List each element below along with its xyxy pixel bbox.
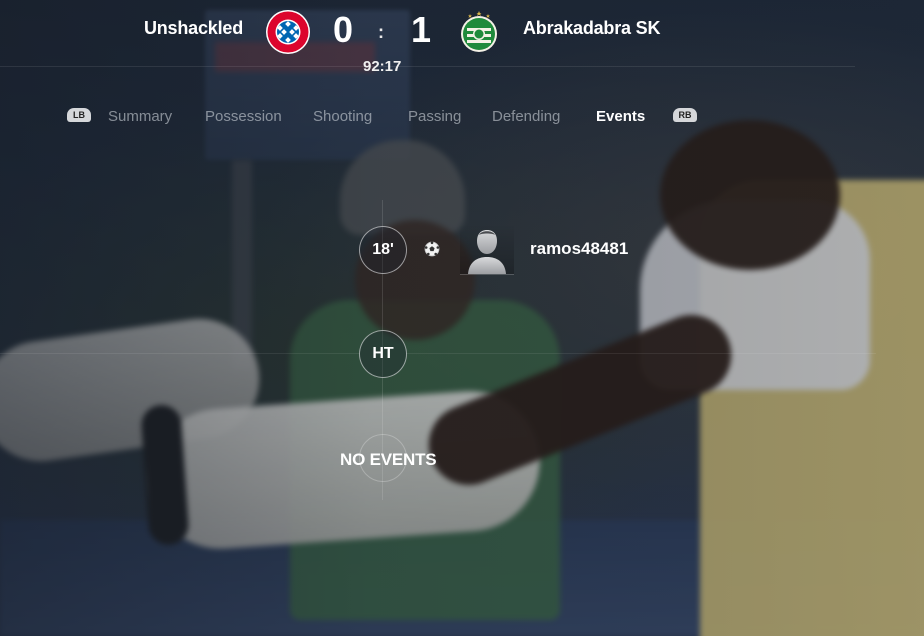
player-avatar <box>460 224 514 275</box>
event-minute-marker: 18' <box>359 226 407 274</box>
halftime-divider-left <box>0 353 360 354</box>
halftime-marker: HT <box>359 330 407 378</box>
soccer-ball-icon <box>424 241 440 257</box>
events-timeline: 18' ramos48481 HT NO EVENTS <box>0 0 924 636</box>
match-facts-screen: Unshackled 0 : 1 Abrakadabra SK 92:17 LB… <box>0 0 924 636</box>
event-player-name: ramos48481 <box>530 239 629 258</box>
no-events-label: NO EVENTS <box>340 450 437 469</box>
halftime-divider-right <box>406 353 876 354</box>
player-silhouette-icon <box>468 230 506 274</box>
